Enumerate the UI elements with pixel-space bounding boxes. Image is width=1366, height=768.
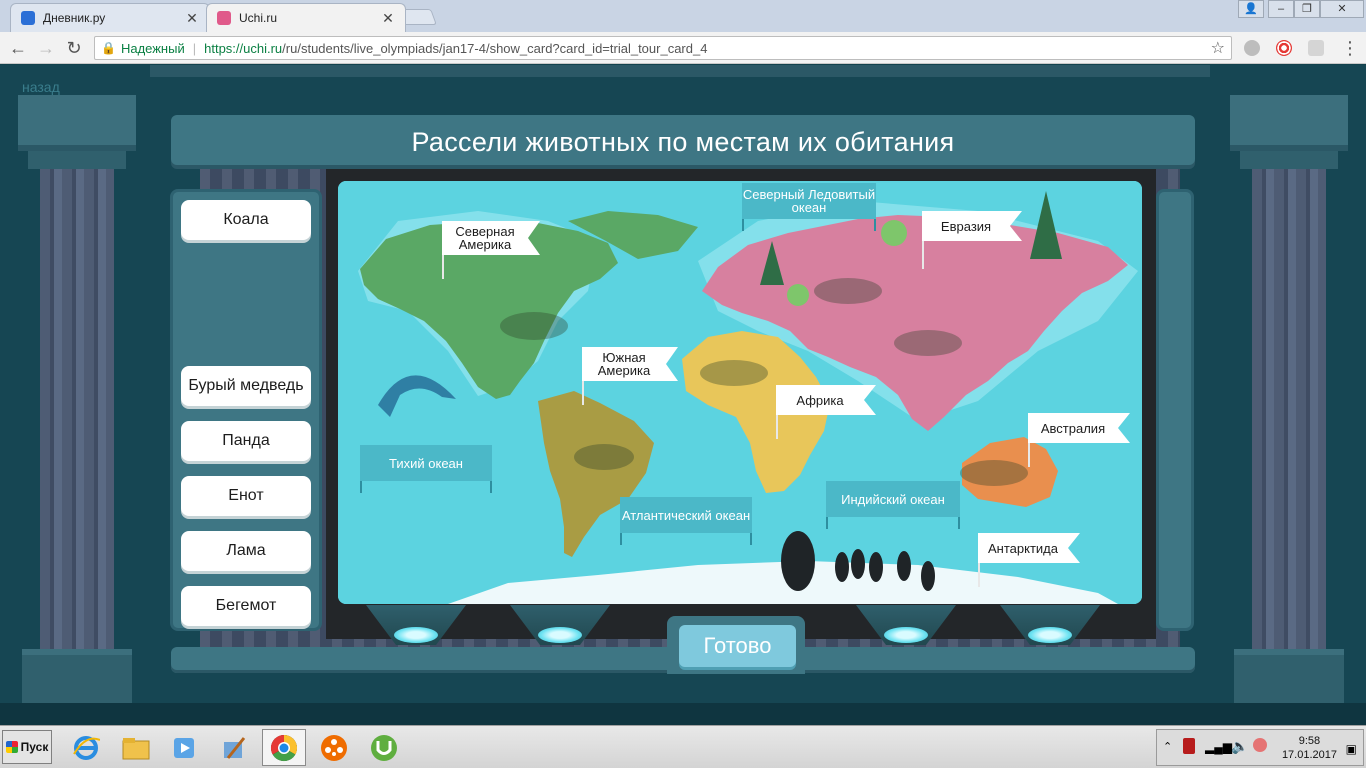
right-rail: [1156, 189, 1194, 631]
menu-icon[interactable]: ⋮: [1340, 38, 1360, 58]
task-title-board: Рассели животных по местам их обитания: [171, 115, 1195, 165]
uchi-favicon-icon: [217, 11, 231, 25]
system-tray: ⌃ ▂▄▆ 🔈 9:58 17.01.2017 ▣: [1156, 729, 1364, 766]
animal-card-panda[interactable]: Панда: [181, 421, 311, 461]
target-extension-icon[interactable]: [1276, 40, 1292, 56]
label-arctic-ocean: Северный Ледовитый океан: [742, 183, 876, 231]
minimize-button[interactable]: ‒: [1268, 0, 1294, 18]
volume-icon[interactable]: 🔈: [1231, 738, 1248, 755]
clock-date: 17.01.2017: [1281, 749, 1337, 761]
start-button[interactable]: Пуск: [2, 730, 52, 764]
left-pillar: [18, 95, 136, 725]
antivirus-icon[interactable]: [1183, 738, 1195, 754]
lamp-light: [1028, 627, 1072, 643]
windows-logo-icon: [5, 741, 18, 753]
ready-button[interactable]: Готово: [679, 625, 796, 667]
flag-eurasia: Евразия: [922, 211, 1022, 241]
flag-antarctica: Антарктида: [978, 533, 1080, 563]
flag-north-america: Северная Америка: [442, 221, 540, 255]
window-close-button[interactable]: ✕: [1320, 0, 1364, 18]
animal-card-panel: Коала Бурый медведь Панда Енот Лама Беге…: [170, 189, 322, 631]
browser-toolbar: ← → ↻ 🔒 Надежный | https://uchi.ru /ru/s…: [0, 32, 1366, 64]
extension-icon[interactable]: [1244, 40, 1260, 56]
dnevnik-favicon-icon: [21, 11, 35, 25]
tab-uchi[interactable]: Uchi.ru ✕: [206, 3, 406, 32]
internet-explorer-icon[interactable]: [64, 729, 108, 766]
animal-card-brown-bear[interactable]: Бурый медведь: [181, 366, 311, 406]
olympiad-page: назад Рассели животных по местам их обит…: [0, 65, 1366, 725]
show-hidden-icons-icon[interactable]: ⌃: [1163, 740, 1172, 753]
back-link[interactable]: назад: [22, 79, 60, 95]
url-host: https://uchi.ru: [204, 40, 283, 56]
extension-icon[interactable]: [1308, 40, 1324, 56]
url-path: /ru/students/live_olympiads/jan17-4/show…: [282, 40, 708, 56]
task-title: Рассели животных по местам их обитания: [411, 127, 955, 157]
animal-card-koala[interactable]: Коала: [181, 200, 311, 240]
chrome-icon[interactable]: [262, 729, 306, 766]
label-atlantic-ocean: Атлантический океан: [620, 497, 752, 545]
top-beam: [150, 65, 1210, 77]
address-bar[interactable]: 🔒 Надежный | https://uchi.ru /ru/student…: [94, 36, 1232, 60]
separator: |: [192, 40, 197, 56]
reload-icon[interactable]: ↻: [64, 38, 84, 58]
lamp-light: [394, 627, 438, 643]
animal-card-raccoon[interactable]: Енот: [181, 476, 311, 516]
tab-title: Uchi.ru: [239, 11, 278, 25]
security-label: Надежный: [120, 40, 185, 56]
media-app-icon[interactable]: [312, 729, 356, 766]
network-icon[interactable]: ▂▄▆: [1205, 740, 1232, 754]
show-desktop-icon[interactable]: ▣: [1346, 742, 1357, 756]
browser-tab-strip: Дневник.ру ✕ Uchi.ru ✕ 👤 ‒ ❐ ✕: [0, 0, 1366, 32]
flag-south-america: Южная Америка: [582, 347, 678, 381]
clock-time: 9:58: [1298, 735, 1321, 747]
world-map: Северная Америка Южная Америка Евразия А…: [338, 181, 1142, 604]
bookmark-star-icon[interactable]: ☆: [1211, 38, 1225, 58]
user-profile-icon[interactable]: 👤: [1238, 0, 1264, 18]
flag-africa: Африка: [776, 385, 876, 415]
file-explorer-icon[interactable]: [114, 729, 158, 766]
lamp-light: [884, 627, 928, 643]
animal-card-hippo[interactable]: Бегемот: [181, 586, 311, 626]
close-icon[interactable]: ✕: [381, 10, 395, 27]
label-pacific-ocean: Тихий океан: [360, 445, 492, 493]
bottom-strip: [0, 703, 1366, 725]
back-arrow-icon[interactable]: ←: [8, 38, 28, 58]
tab-title: Дневник.ру: [43, 11, 106, 25]
right-pillar: [1230, 95, 1348, 725]
flag-australia: Австралия: [1028, 413, 1130, 443]
forward-arrow-icon[interactable]: →: [36, 38, 56, 58]
start-label: Пуск: [20, 740, 49, 754]
lock-icon: 🔒: [101, 41, 116, 55]
animal-card-llama[interactable]: Лама: [181, 531, 311, 571]
label-indian-ocean: Индийский океан: [826, 481, 960, 529]
utorrent-icon[interactable]: [362, 729, 406, 766]
windows-taskbar: Пуск ⌃ ▂▄▆ 🔈 9:58 17.01.2017 ▣: [0, 725, 1366, 768]
close-icon[interactable]: ✕: [185, 10, 199, 27]
paint-icon[interactable]: [212, 729, 256, 766]
restore-button[interactable]: ❐: [1294, 0, 1320, 18]
notification-icon[interactable]: [1253, 738, 1267, 752]
lamp-light: [538, 627, 582, 643]
clock[interactable]: 9:58 17.01.2017: [1282, 734, 1337, 762]
tab-dnevnik[interactable]: Дневник.ру ✕: [10, 3, 210, 32]
media-player-icon[interactable]: [162, 729, 206, 766]
